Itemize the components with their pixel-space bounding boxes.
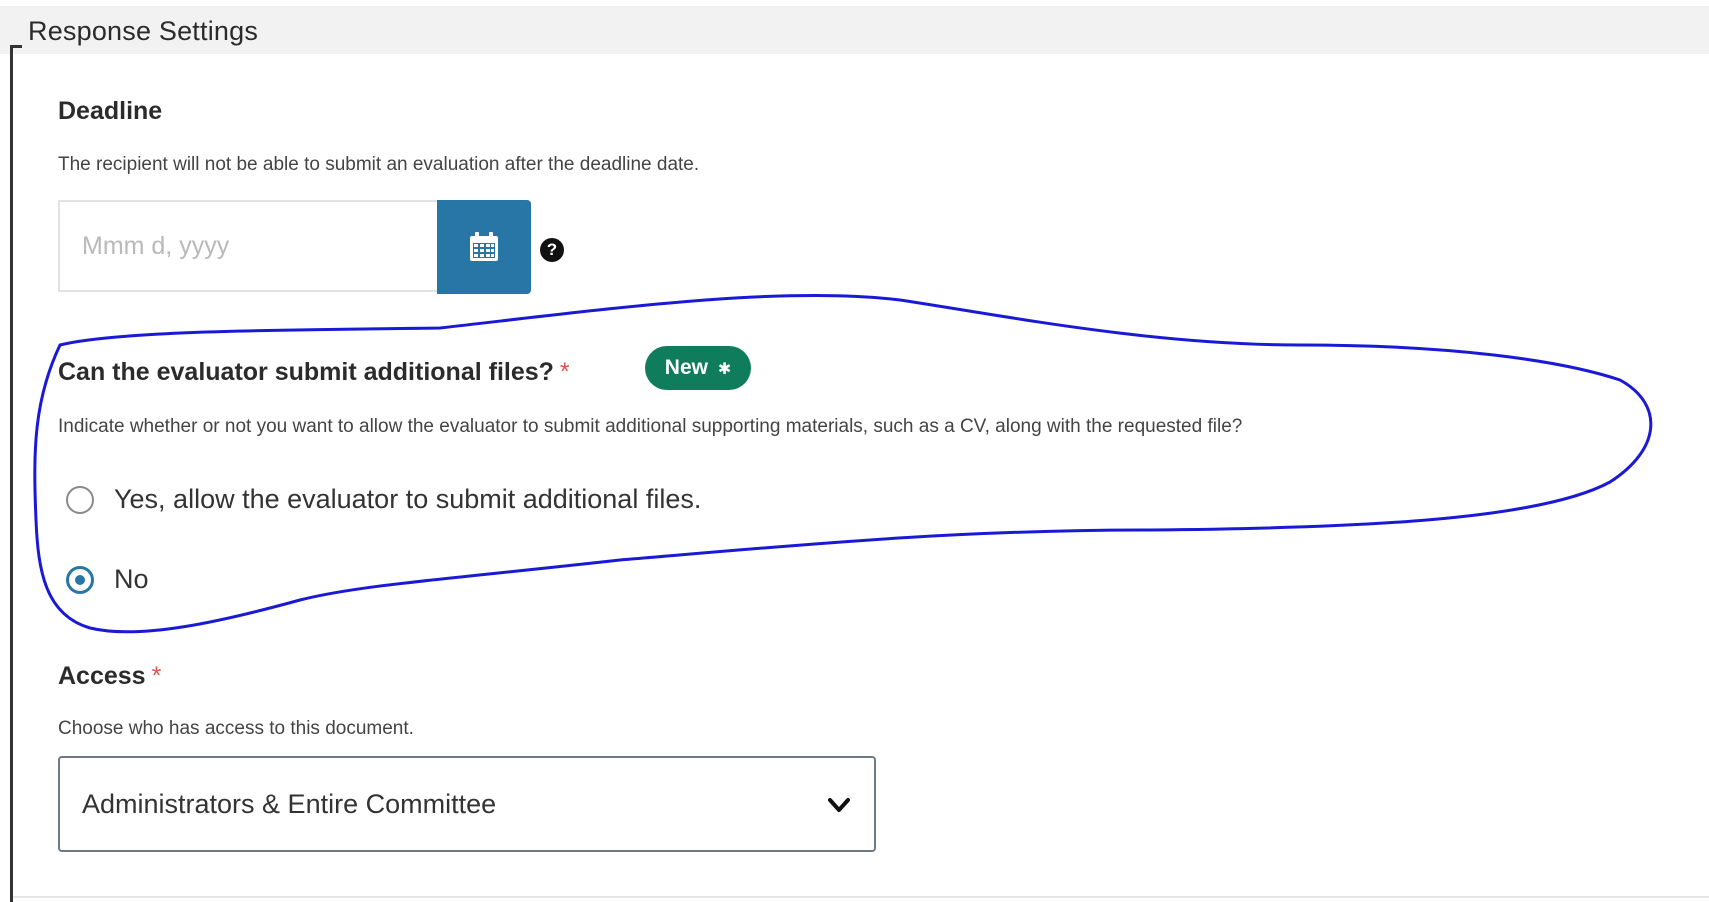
new-badge-label: New <box>664 356 708 379</box>
additional-files-label: Can the evaluator submit additional file… <box>58 358 570 387</box>
new-badge: New ✱ <box>645 346 751 390</box>
calendar-icon <box>470 232 498 261</box>
calendar-button[interactable] <box>437 200 531 294</box>
additional-files-label-text: Can the evaluator submit additional file… <box>58 358 554 386</box>
additional-files-help-text: Indicate whether or not you want to allo… <box>58 416 1243 437</box>
response-settings-page: Response Settings Deadline The recipient… <box>0 0 1709 902</box>
required-mark: * <box>151 662 162 690</box>
deadline-help-text: The recipient will not be able to submit… <box>58 154 700 175</box>
deadline-date-input[interactable] <box>58 200 438 292</box>
asterisk-icon: ✱ <box>717 361 732 378</box>
deadline-label: Deadline <box>58 97 163 125</box>
radio-option-no[interactable]: No <box>66 564 149 595</box>
radio-label-yes: Yes, allow the evaluator to submit addit… <box>114 484 702 514</box>
question-circle-icon[interactable]: ? <box>540 238 564 262</box>
access-select[interactable]: Administrators & Entire Committee <box>58 756 876 852</box>
left-bracket-rule <box>10 48 13 902</box>
highlight-loop <box>33 293 1653 634</box>
section-divider <box>13 896 1709 898</box>
access-label-text: Access <box>58 662 146 690</box>
radio-option-yes[interactable]: Yes, allow the evaluator to submit addit… <box>66 484 701 515</box>
access-selected-value: Administrators & Entire Committee <box>82 788 497 819</box>
required-mark: * <box>559 358 570 386</box>
access-help-text: Choose who has access to this document. <box>58 718 414 739</box>
radio-button-no[interactable] <box>66 565 94 594</box>
section-header: Response Settings <box>0 6 1709 54</box>
access-label: Access * <box>58 662 161 691</box>
chevron-down-icon <box>828 798 850 812</box>
radio-button-yes[interactable] <box>66 485 94 514</box>
section-title: Response Settings <box>28 16 259 46</box>
radio-label-no: No <box>114 564 149 594</box>
